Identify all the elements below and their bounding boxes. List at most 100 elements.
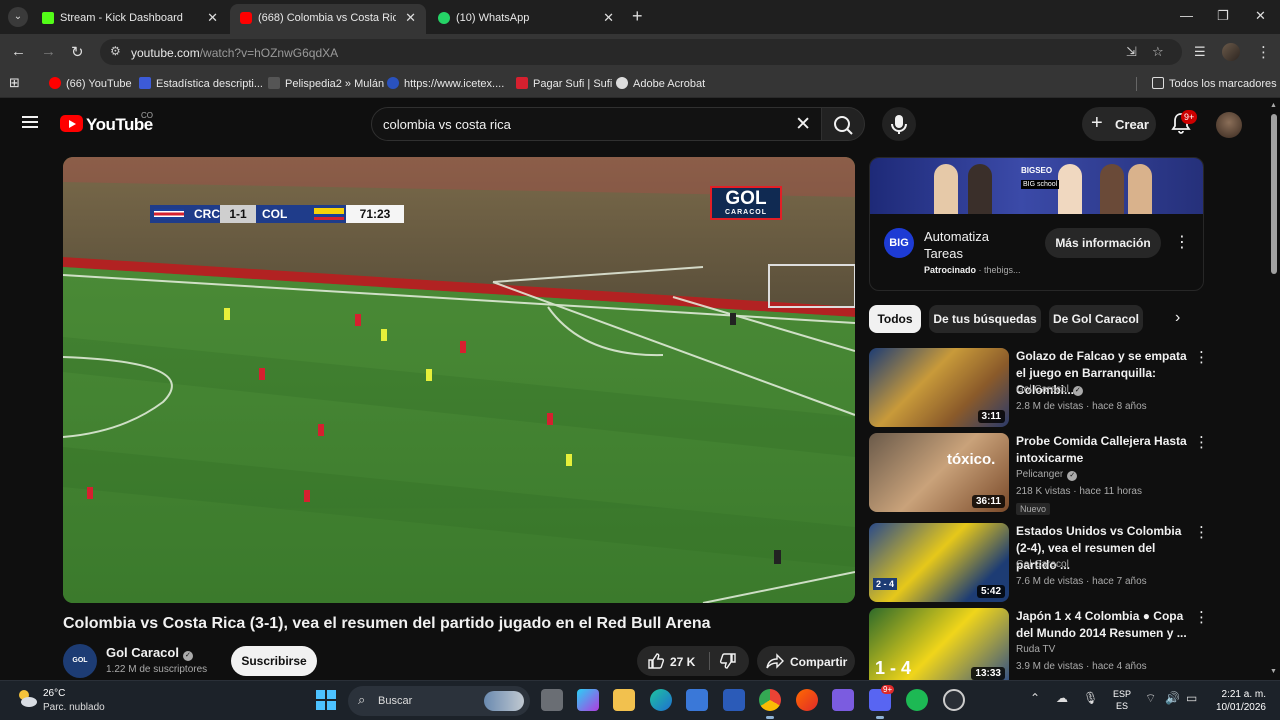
bookmark-icetex[interactable]: https://www.icetex.... — [387, 77, 504, 90]
more-actions-icon[interactable]: ⋮ — [1194, 608, 1204, 626]
task-view-icon[interactable] — [541, 689, 563, 711]
clear-search-icon[interactable]: ✕ — [795, 113, 811, 136]
subscribe-button[interactable]: Suscribirse — [231, 646, 317, 676]
all-bookmarks-folder[interactable]: Todos los marcadores — [1152, 77, 1277, 90]
scroll-down-icon[interactable]: ▼ — [1270, 668, 1277, 675]
weather-description[interactable]: Parc. nublado — [43, 702, 105, 713]
file-explorer-icon[interactable] — [613, 689, 635, 711]
search-input[interactable]: colombia vs costa rica ✕ — [371, 107, 822, 141]
close-window-button[interactable]: ✕ — [1255, 8, 1266, 24]
address-bar[interactable]: ⚙ youtube.com/watch?v=hOZnwG6qdXA ⇲ ☆ — [100, 39, 1182, 65]
recommendation-item[interactable]: tóxico. 36:11 Probe Comida Callejera Has… — [869, 433, 1209, 515]
url-text[interactable]: youtube.com/watch?v=hOZnwG6qdXA — [131, 46, 338, 60]
video-player[interactable]: CRC 1-1 COL 71:23 GOL CARACOL — [63, 157, 855, 603]
recommendation-item[interactable]: 3:11 Golazo de Falcao y se empata el jue… — [869, 348, 1209, 430]
chrome-icon[interactable] — [759, 689, 781, 719]
volume-icon[interactable]: 🔊 — [1165, 691, 1180, 705]
chip-de-tus-busquedas[interactable]: De tus búsquedas — [929, 305, 1041, 333]
tab-kick-dashboard[interactable]: Stream - Kick Dashboard ✕ — [32, 4, 228, 34]
close-tab-icon[interactable]: ✕ — [603, 10, 614, 26]
tab-whatsapp[interactable]: (10) WhatsApp ✕ — [428, 4, 624, 34]
chevron-right-icon[interactable]: › — [1175, 309, 1180, 327]
ad-options-icon[interactable]: ⋮ — [1174, 232, 1190, 252]
recommendation-item[interactable]: 1 - 4 13:33 Japón 1 x 4 Colombia ● Copa … — [869, 608, 1204, 680]
discord-icon[interactable]: 9+ — [869, 685, 895, 719]
apps-grid-icon[interactable]: ⊞ — [9, 75, 20, 91]
wifi-icon[interactable]: ⌔ — [1145, 691, 1156, 706]
windows-start-icon[interactable] — [316, 690, 336, 710]
minimize-button[interactable]: — — [1180, 8, 1193, 23]
account-avatar[interactable] — [1216, 112, 1242, 138]
recommendation-channel[interactable]: Gol Caracol — [1016, 559, 1069, 570]
tab-youtube-video[interactable]: (668) Colombia vs Costa Rica (3 ✕ — [230, 4, 426, 34]
channel-avatar[interactable]: GOL — [63, 644, 97, 678]
bookmark-sufi[interactable]: Pagar Sufi | Sufi — [516, 77, 612, 90]
recommendation-channel[interactable]: Ruda TV — [1016, 644, 1055, 655]
guide-menu-icon[interactable] — [22, 116, 38, 128]
weather-cloud-icon[interactable] — [16, 687, 38, 709]
recommendation-channel[interactable]: Pelicanger ✓ — [1016, 469, 1078, 481]
tab-search-menu-icon[interactable]: ⌄ — [8, 7, 28, 27]
recording-app-icon[interactable] — [943, 689, 965, 711]
more-actions-icon[interactable]: ⋮ — [1194, 433, 1209, 451]
scrollbar-thumb[interactable] — [1271, 114, 1277, 274]
sponsored-ad-card[interactable]: BIGSEO BIG school BIG Automatiza Tareas … — [869, 157, 1204, 291]
video-thumbnail[interactable]: 2 - 4 5:42 — [869, 523, 1009, 602]
channel-name[interactable]: Gol Caracol ✓ — [106, 645, 193, 661]
game-controller-icon[interactable] — [832, 689, 854, 711]
bookmark-adobe-acrobat[interactable]: Adobe Acrobat — [616, 77, 705, 90]
recommendation-item[interactable]: 2 - 4 5:42 Estados Unidos vs Colombia (2… — [869, 523, 1209, 605]
ad-title[interactable]: Automatiza Tareas — [924, 228, 1014, 262]
profile-avatar[interactable] — [1222, 43, 1240, 61]
chip-de-gol-caracol[interactable]: De Gol Caracol — [1049, 305, 1143, 333]
search-button[interactable] — [821, 107, 865, 141]
onedrive-cloud-icon[interactable]: ☁ — [1056, 691, 1068, 705]
video-thumbnail[interactable]: tóxico. 36:11 — [869, 433, 1009, 512]
like-button[interactable] — [647, 652, 665, 670]
firefox-icon[interactable] — [796, 689, 818, 711]
forward-button[interactable]: → — [41, 43, 56, 60]
voice-search-button[interactable] — [882, 107, 916, 141]
maximize-button[interactable]: ❐ — [1217, 8, 1229, 24]
spotify-icon[interactable] — [906, 689, 928, 711]
page-scrollbar[interactable]: ▲ ▼ — [1268, 100, 1280, 680]
back-button[interactable]: ← — [11, 43, 26, 60]
bookmark-star-icon[interactable]: ☆ — [1152, 44, 1164, 60]
ad-banner-image[interactable]: BIGSEO BIG school — [870, 158, 1203, 214]
microsoft-store-icon[interactable] — [686, 689, 708, 711]
scroll-up-icon[interactable]: ▲ — [1270, 102, 1277, 109]
dislike-button[interactable] — [719, 652, 737, 670]
chip-todos[interactable]: Todos — [869, 305, 921, 333]
site-info-icon[interactable]: ⚙ — [110, 44, 121, 58]
video-thumbnail[interactable]: 3:11 — [869, 348, 1009, 427]
battery-icon[interactable]: ▭ — [1186, 691, 1197, 705]
ad-more-info-button[interactable]: Más información — [1045, 228, 1161, 258]
language-indicator[interactable]: ESP ES — [1113, 688, 1131, 712]
word-icon[interactable] — [723, 689, 745, 711]
new-tab-button[interactable]: + — [632, 6, 643, 27]
copilot-icon[interactable] — [577, 689, 599, 711]
show-hidden-icons[interactable]: ⌃ — [1030, 691, 1040, 705]
bookmark-youtube[interactable]: (66) YouTube — [49, 77, 132, 90]
reload-button[interactable]: ↻ — [71, 43, 84, 61]
weather-temperature[interactable]: 26°C — [43, 688, 65, 699]
search-query[interactable]: colombia vs costa rica — [383, 117, 511, 132]
tab-search-icon[interactable]: ☰ — [1194, 44, 1206, 60]
create-button[interactable]: + Crear — [1082, 107, 1156, 141]
system-clock[interactable]: 2:21 a. m. 10/01/2026 — [1212, 688, 1266, 714]
close-tab-icon[interactable]: ✕ — [207, 10, 218, 26]
browser-menu-icon[interactable]: ⋮ — [1256, 43, 1271, 61]
edge-icon[interactable] — [650, 689, 672, 711]
bookmark-pelispedia[interactable]: Pelispedia2 » Mulán — [268, 77, 384, 90]
share-button[interactable]: Compartir — [757, 646, 855, 676]
ad-logo[interactable]: BIG — [884, 228, 914, 258]
recommendation-title[interactable]: Japón 1 x 4 Colombia ● Copa del Mundo 20… — [1016, 608, 1188, 642]
install-app-icon[interactable]: ⇲ — [1126, 44, 1137, 60]
video-thumbnail[interactable]: 1 - 4 13:33 — [869, 608, 1009, 680]
more-actions-icon[interactable]: ⋮ — [1194, 523, 1209, 541]
microphone-tray-icon[interactable]: 🎙 — [1083, 691, 1098, 705]
youtube-logo-icon[interactable] — [60, 115, 83, 132]
taskbar-search[interactable]: ⌕ Buscar — [348, 686, 530, 716]
recommendation-title[interactable]: Probe Comida Callejera Hasta intoxicarme — [1016, 433, 1188, 467]
recommendation-channel[interactable]: Gol Caracol ✓ — [1016, 384, 1083, 396]
